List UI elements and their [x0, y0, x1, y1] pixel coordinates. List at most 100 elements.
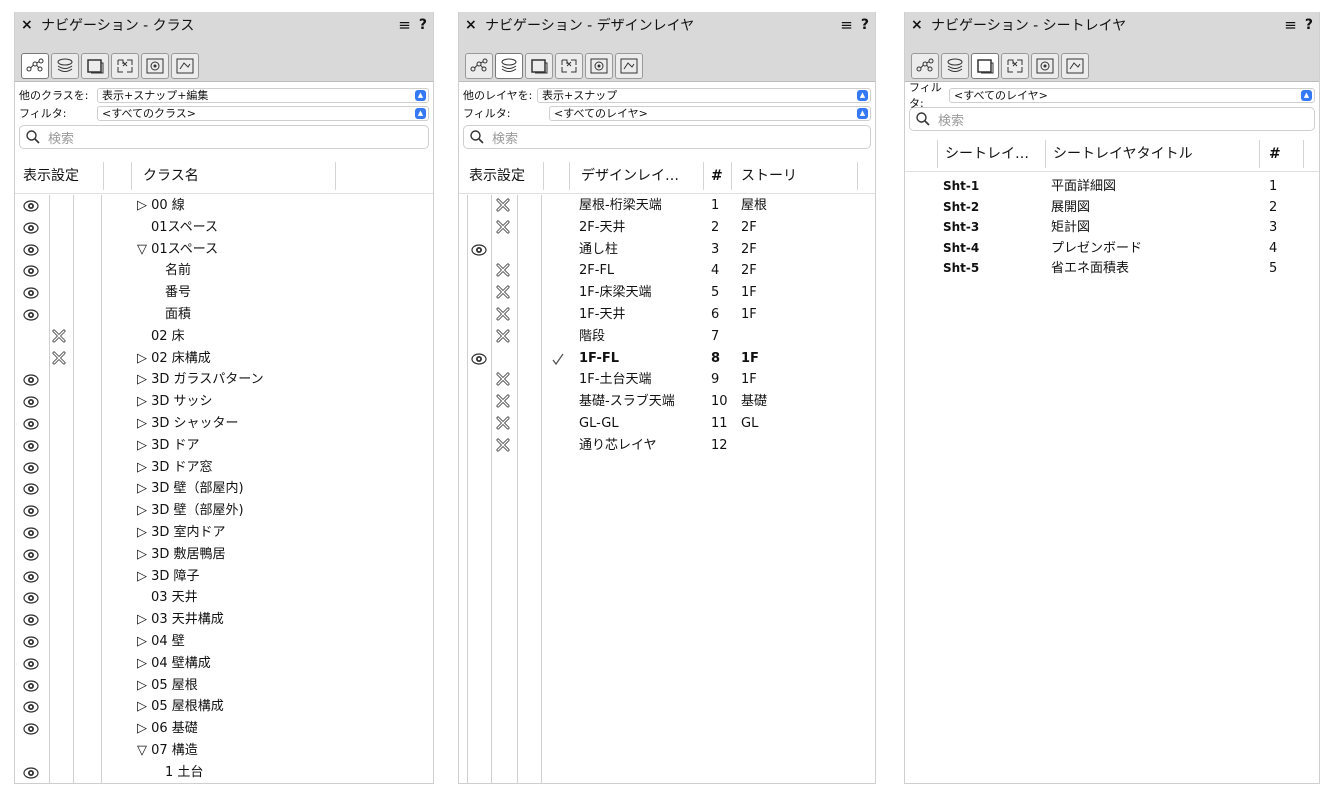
visible-eye-icon[interactable] — [471, 243, 487, 256]
sheet-row[interactable]: Sht-1 平面詳細図 1 — [905, 176, 1319, 197]
visible-eye-icon[interactable] — [471, 352, 487, 365]
class-row[interactable]: 1 土台 — [15, 762, 433, 783]
col-sheet-number[interactable]: シートレイ… — [945, 144, 1029, 164]
invisible-icon[interactable] — [495, 438, 511, 452]
visible-eye-icon[interactable] — [23, 265, 39, 277]
tab-classes[interactable] — [465, 53, 493, 79]
tab-classes[interactable] — [911, 53, 939, 79]
class-row[interactable]: ▷ 3D 敷居鴨居 — [15, 544, 433, 565]
class-row[interactable]: ▽ 07 構造 — [15, 740, 433, 761]
visible-eye-icon[interactable] — [23, 658, 39, 670]
class-row[interactable]: ▷ 3D シャッター — [15, 413, 433, 434]
tab-sheet-layers[interactable] — [525, 53, 553, 79]
help-icon[interactable]: ? — [1305, 17, 1313, 33]
col-number[interactable]: # — [711, 166, 723, 186]
menu-icon[interactable]: ≡ — [840, 16, 853, 34]
invisible-icon[interactable] — [495, 416, 511, 430]
help-icon[interactable]: ? — [861, 17, 869, 33]
sheet-filter-select[interactable]: <すべてのレイヤ> ▲ — [949, 87, 1315, 103]
class-filter-select[interactable]: <すべてのクラス> ▲ — [97, 105, 429, 121]
tab-design-layers[interactable] — [51, 53, 79, 79]
class-row[interactable]: ▷ 3D 室内ドア — [15, 522, 433, 543]
tab-references[interactable] — [555, 53, 583, 79]
visible-eye-icon[interactable] — [23, 549, 39, 561]
menu-icon[interactable]: ≡ — [1284, 16, 1297, 34]
class-row[interactable]: 面積 — [15, 304, 433, 325]
class-row[interactable]: 名前 — [15, 260, 433, 281]
col-layer-name[interactable]: デザインレイ… — [581, 166, 679, 186]
visible-eye-icon[interactable] — [23, 570, 39, 583]
close-icon[interactable]: × — [465, 17, 479, 33]
col-visibility[interactable]: 表示設定 — [23, 166, 79, 186]
tab-sheet-layers[interactable] — [971, 53, 999, 79]
class-row[interactable]: ▷ 05 屋根構成 — [15, 696, 433, 717]
layer-row[interactable]: 階段 7 — [459, 326, 875, 347]
invisible-icon[interactable] — [495, 307, 511, 321]
visible-eye-icon[interactable] — [23, 636, 39, 648]
visible-eye-icon[interactable] — [23, 723, 39, 735]
layer-filter-select[interactable]: <すべてのレイヤ> ▲ — [549, 105, 871, 121]
layer-row[interactable]: 1F-土台天端 9 1F — [459, 369, 875, 390]
sheet-row[interactable]: Sht-4 プレゼンボード 4 — [905, 238, 1319, 259]
visible-eye-icon[interactable] — [23, 440, 39, 452]
tab-saved-views[interactable] — [1031, 53, 1059, 79]
tab-sheet-layers[interactable] — [81, 53, 109, 79]
layer-row[interactable]: 2F-FL 4 2F — [459, 260, 875, 281]
col-visibility[interactable]: 表示設定 — [469, 166, 525, 186]
visible-eye-icon[interactable] — [23, 483, 39, 495]
col-class-name[interactable]: クラス名 — [143, 166, 199, 186]
help-icon[interactable]: ? — [419, 17, 427, 33]
close-icon[interactable]: × — [911, 17, 925, 33]
tab-viewports[interactable] — [615, 53, 643, 79]
class-row[interactable]: ▷ 3D 障子 — [15, 566, 433, 587]
layer-row[interactable]: 屋根-桁梁天端 1 屋根 — [459, 195, 875, 216]
visible-eye-icon[interactable] — [23, 309, 39, 321]
class-row[interactable]: ▷ 3D ガラスパターン — [15, 369, 433, 390]
layer-row[interactable]: 1F-床梁天端 5 1F — [459, 282, 875, 303]
visible-eye-icon[interactable] — [23, 222, 39, 234]
search-input[interactable]: 検索 — [909, 107, 1315, 131]
sheet-row[interactable]: Sht-2 展開図 2 — [905, 197, 1319, 218]
tab-viewports[interactable] — [171, 53, 199, 79]
tab-references[interactable] — [111, 53, 139, 79]
col-sheet-title[interactable]: シートレイヤタイトル — [1053, 144, 1193, 164]
other-classes-select[interactable]: 表示+スナップ+編集 ▲ — [97, 87, 429, 103]
invisible-icon[interactable] — [495, 220, 511, 234]
class-row[interactable]: ▷ 03 天井構成 — [15, 609, 433, 630]
class-row[interactable]: ▷ 3D ドア窓 — [15, 457, 433, 478]
col-number[interactable]: # — [1269, 144, 1281, 164]
invisible-icon[interactable] — [51, 329, 67, 343]
class-row[interactable]: ▷ 05 屋根 — [15, 675, 433, 696]
tab-saved-views[interactable] — [585, 53, 613, 79]
other-layers-select[interactable]: 表示+スナップ ▲ — [537, 87, 871, 103]
visible-eye-icon[interactable] — [23, 461, 39, 474]
tab-classes[interactable] — [21, 53, 49, 79]
class-row[interactable]: ▷ 3D 壁（部屋内) — [15, 478, 433, 499]
invisible-icon[interactable] — [51, 351, 67, 365]
visible-eye-icon[interactable] — [23, 374, 39, 386]
layer-row[interactable]: 1F-天井 6 1F — [459, 304, 875, 325]
tab-viewports[interactable] — [1061, 53, 1089, 79]
tab-design-layers[interactable] — [941, 53, 969, 79]
visible-eye-icon[interactable] — [23, 396, 39, 408]
visible-eye-icon[interactable] — [23, 418, 39, 430]
class-row[interactable]: 03 天井 — [15, 587, 433, 608]
visible-eye-icon[interactable] — [23, 243, 39, 256]
visible-eye-icon[interactable] — [23, 592, 39, 604]
search-input[interactable]: 検索 — [19, 125, 429, 149]
class-row[interactable]: ▽ 01スペース — [15, 239, 433, 260]
search-input[interactable]: 検索 — [463, 125, 871, 149]
tab-saved-views[interactable] — [141, 53, 169, 79]
sheet-row[interactable]: Sht-5 省エネ面積表 5 — [905, 258, 1319, 279]
invisible-icon[interactable] — [495, 263, 511, 277]
visible-eye-icon[interactable] — [23, 505, 39, 517]
class-row[interactable]: ▷ 3D ドア — [15, 435, 433, 456]
tab-references[interactable] — [1001, 53, 1029, 79]
close-icon[interactable]: × — [21, 17, 35, 33]
visible-eye-icon[interactable] — [23, 287, 39, 299]
class-row[interactable]: ▷ 02 床構成 — [15, 348, 433, 369]
invisible-icon[interactable] — [495, 372, 511, 386]
tab-design-layers[interactable] — [495, 53, 523, 79]
invisible-icon[interactable] — [495, 329, 511, 343]
menu-icon[interactable]: ≡ — [398, 16, 411, 34]
